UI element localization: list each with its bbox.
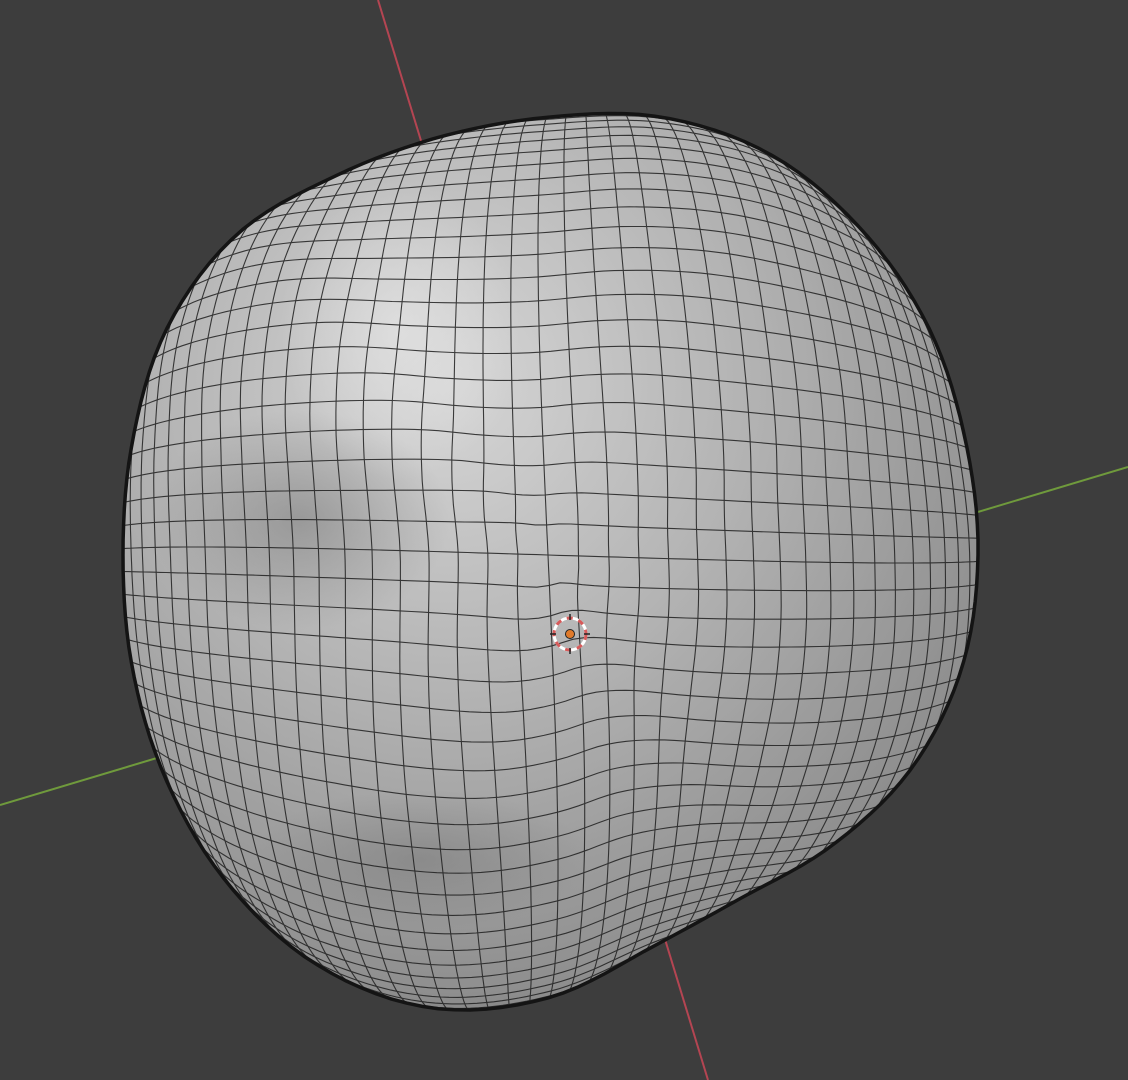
- object-origin-icon: [565, 629, 575, 639]
- mesh-object[interactable]: [105, 111, 996, 1012]
- 3d-viewport[interactable]: [0, 0, 1128, 1080]
- viewport-canvas[interactable]: [0, 0, 1128, 1080]
